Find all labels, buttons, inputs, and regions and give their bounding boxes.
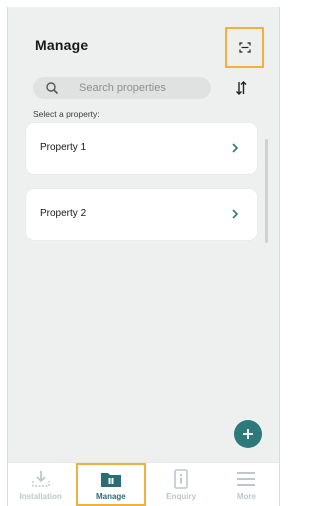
sort-arrows-icon — [236, 81, 247, 95]
sort-button[interactable] — [232, 79, 250, 97]
bottom-nav: Installation Manage Enquiry More — [8, 462, 279, 506]
page-title: Manage — [35, 37, 89, 53]
plus-icon — [243, 429, 253, 439]
header: Manage — [8, 7, 279, 75]
nav-label: More — [236, 492, 256, 501]
scrollbar[interactable] — [265, 139, 268, 243]
property-name: Property 2 — [40, 208, 87, 219]
nav-label: Enquiry — [166, 492, 197, 501]
download-icon — [30, 469, 52, 489]
chevron-right-icon — [232, 143, 239, 153]
property-card[interactable]: Property 2 — [26, 189, 257, 240]
search-icon — [46, 82, 59, 95]
search-bar[interactable] — [33, 77, 211, 99]
select-property-label: Select a property: — [33, 109, 100, 119]
chevron-right-icon — [232, 209, 239, 219]
scan-button[interactable] — [225, 27, 264, 68]
nav-item-more[interactable]: More — [214, 463, 279, 506]
nav-item-installation[interactable]: Installation — [8, 463, 73, 506]
property-card[interactable]: Property 1 — [26, 123, 257, 174]
nav-item-manage[interactable]: Manage — [76, 463, 146, 506]
nav-label: Installation — [19, 492, 62, 501]
info-device-icon — [170, 469, 192, 489]
scan-frame-icon — [238, 42, 251, 53]
app-screen: Manage Select a property: Property 1 Pro… — [7, 7, 280, 506]
nav-item-enquiry[interactable]: Enquiry — [149, 463, 214, 506]
add-property-button[interactable] — [234, 420, 262, 448]
folder-icon — [100, 469, 122, 489]
nav-label: Manage — [95, 492, 126, 501]
menu-icon — [235, 469, 257, 489]
search-input[interactable] — [79, 77, 207, 99]
property-name: Property 1 — [40, 142, 87, 153]
